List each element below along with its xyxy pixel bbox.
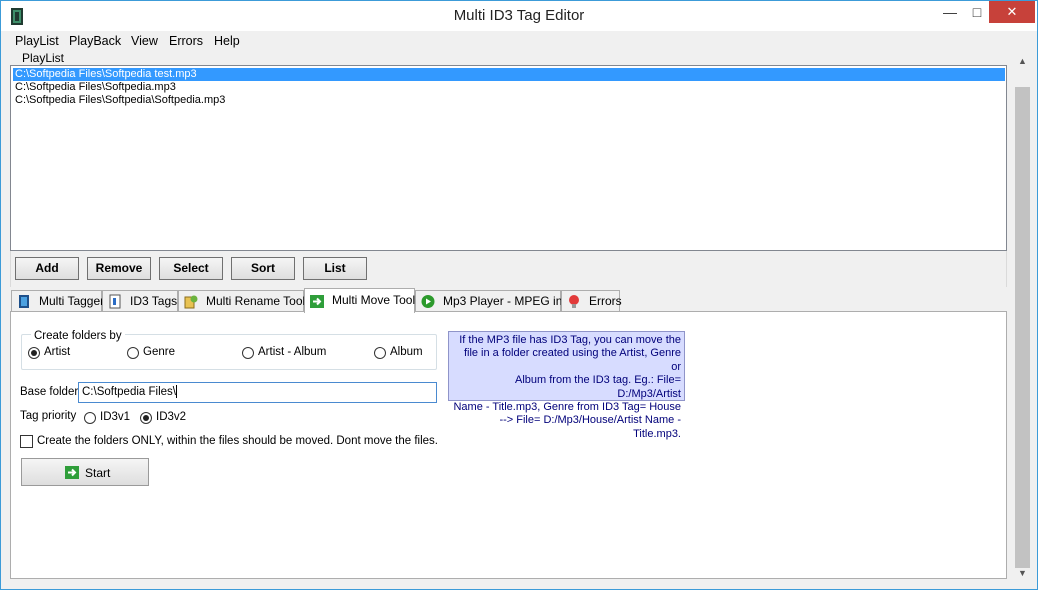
sort-button[interactable]: Sort bbox=[231, 257, 295, 280]
tab-id3-tags[interactable]: ID3 Tags bbox=[102, 290, 178, 312]
radio-circle[interactable] bbox=[127, 347, 139, 359]
base-folder-input[interactable]: C:\Softpedia Files\ bbox=[78, 382, 437, 403]
remove-button[interactable]: Remove bbox=[87, 257, 151, 280]
playlist-item[interactable]: C:\Softpedia Files\Softpedia.mp3 bbox=[13, 81, 1005, 94]
tab-label: ID3 Tags bbox=[130, 294, 178, 308]
playlist-item[interactable]: C:\Softpedia Files\Softpedia test.mp3 bbox=[13, 68, 1005, 81]
document-icon bbox=[19, 295, 29, 308]
tab-label: Multi Rename Tool bbox=[206, 294, 306, 308]
scroll-thumb[interactable] bbox=[1015, 87, 1030, 568]
play-icon bbox=[421, 295, 435, 308]
menu-help[interactable]: Help bbox=[214, 34, 240, 48]
create-folders-only-label: Create the folders ONLY, within the file… bbox=[37, 435, 439, 447]
tab-label: Mp3 Player - MPEG info bbox=[443, 294, 573, 308]
menu-playlist[interactable]: PlayList bbox=[15, 34, 59, 48]
add-button[interactable]: Add bbox=[15, 257, 79, 280]
radio-circle[interactable] bbox=[28, 347, 40, 359]
info-line: --> File= D:/Mp3/House/Artist Name - Tit… bbox=[499, 414, 681, 440]
tab-multi-move-tool[interactable]: Multi Move Tool bbox=[304, 288, 415, 313]
info-line: Name - Title.mp3, Genre from ID3 Tag= Ho… bbox=[453, 401, 681, 414]
tag-priority-label: Tag priority bbox=[20, 410, 77, 422]
radio-label: ID3v2 bbox=[156, 411, 187, 423]
scroll-up-icon[interactable]: ▲ bbox=[1014, 53, 1031, 70]
base-folder-label: Base folder: bbox=[20, 386, 82, 398]
window-title: Multi ID3 Tag Editor bbox=[453, 7, 585, 24]
radio-label: Artist bbox=[44, 346, 71, 358]
start-label: Start bbox=[85, 466, 111, 480]
tab-errors[interactable]: Errors bbox=[561, 290, 622, 312]
radio-label: Genre bbox=[143, 346, 175, 358]
menu-playback[interactable]: PlayBack bbox=[69, 34, 121, 48]
playlist-listbox[interactable]: C:\Softpedia Files\Softpedia test.mp3 C:… bbox=[10, 65, 1007, 251]
title-bar: Multi ID3 Tag Editor — □ ✕ bbox=[1, 1, 1037, 31]
close-button[interactable]: ✕ bbox=[989, 1, 1035, 23]
list-button[interactable]: List bbox=[303, 257, 367, 280]
create-folders-label: Create folders by bbox=[31, 330, 125, 342]
info-line: If the MP3 file has ID3 Tag, you can mov… bbox=[459, 334, 681, 346]
radio-label: Album bbox=[390, 346, 423, 358]
info-line: file in a folder created using the Artis… bbox=[463, 347, 681, 373]
radio-label: Artist - Album bbox=[258, 346, 327, 358]
base-folder-value: C:\Softpedia Files\ bbox=[82, 386, 176, 398]
playlist-button-bar: Add Remove Select Sort List bbox=[10, 251, 1007, 287]
arrow-right-icon bbox=[310, 295, 324, 308]
select-button[interactable]: Select bbox=[159, 257, 223, 280]
radio-label: ID3v1 bbox=[100, 411, 131, 423]
start-arrow-icon bbox=[65, 466, 79, 479]
scroll-down-icon[interactable]: ▼ bbox=[1014, 565, 1031, 582]
playlist-label: PlayList bbox=[22, 51, 65, 65]
start-button[interactable]: Start bbox=[21, 458, 149, 486]
tag-file-icon bbox=[109, 294, 121, 309]
radio-circle[interactable] bbox=[84, 412, 96, 424]
minimize-button[interactable]: — bbox=[935, 1, 965, 23]
tab-multi-rename-tool[interactable]: Multi Rename Tool bbox=[178, 290, 306, 312]
playlist-item[interactable]: C:\Softpedia Files\Softpedia\Softpedia.m… bbox=[13, 94, 1005, 107]
tab-label: Multi Move Tool bbox=[332, 293, 416, 307]
tab-mp3-player[interactable]: Mp3 Player - MPEG info bbox=[415, 290, 572, 312]
create-folders-only-checkbox[interactable] bbox=[20, 435, 33, 448]
menu-view[interactable]: View bbox=[131, 34, 158, 48]
rename-icon bbox=[184, 295, 198, 309]
radio-circle[interactable] bbox=[242, 347, 254, 359]
tab-label: Multi Tagger bbox=[39, 294, 105, 308]
text-caret bbox=[175, 385, 177, 399]
maximize-button[interactable]: □ bbox=[962, 1, 992, 23]
tab-multi-tagger[interactable]: Multi Tagger bbox=[11, 290, 105, 312]
info-box: If the MP3 file has ID3 Tag, you can mov… bbox=[448, 331, 685, 440]
tab-label: Errors bbox=[589, 294, 622, 308]
radio-circle[interactable] bbox=[374, 347, 386, 359]
menu-bar: PlayList PlayBack View Errors Help bbox=[2, 32, 1014, 52]
menu-errors[interactable]: Errors bbox=[169, 34, 203, 48]
vertical-scrollbar[interactable]: ▲ ▼ bbox=[1014, 51, 1031, 584]
error-bulb-icon bbox=[569, 295, 579, 308]
info-line: Album from the ID3 tag. Eg.: File= D:/Mp… bbox=[515, 374, 681, 400]
tab-strip: Multi Tagger ID3 Tags Multi Rename Tool … bbox=[10, 288, 1007, 313]
radio-circle[interactable] bbox=[140, 412, 152, 424]
